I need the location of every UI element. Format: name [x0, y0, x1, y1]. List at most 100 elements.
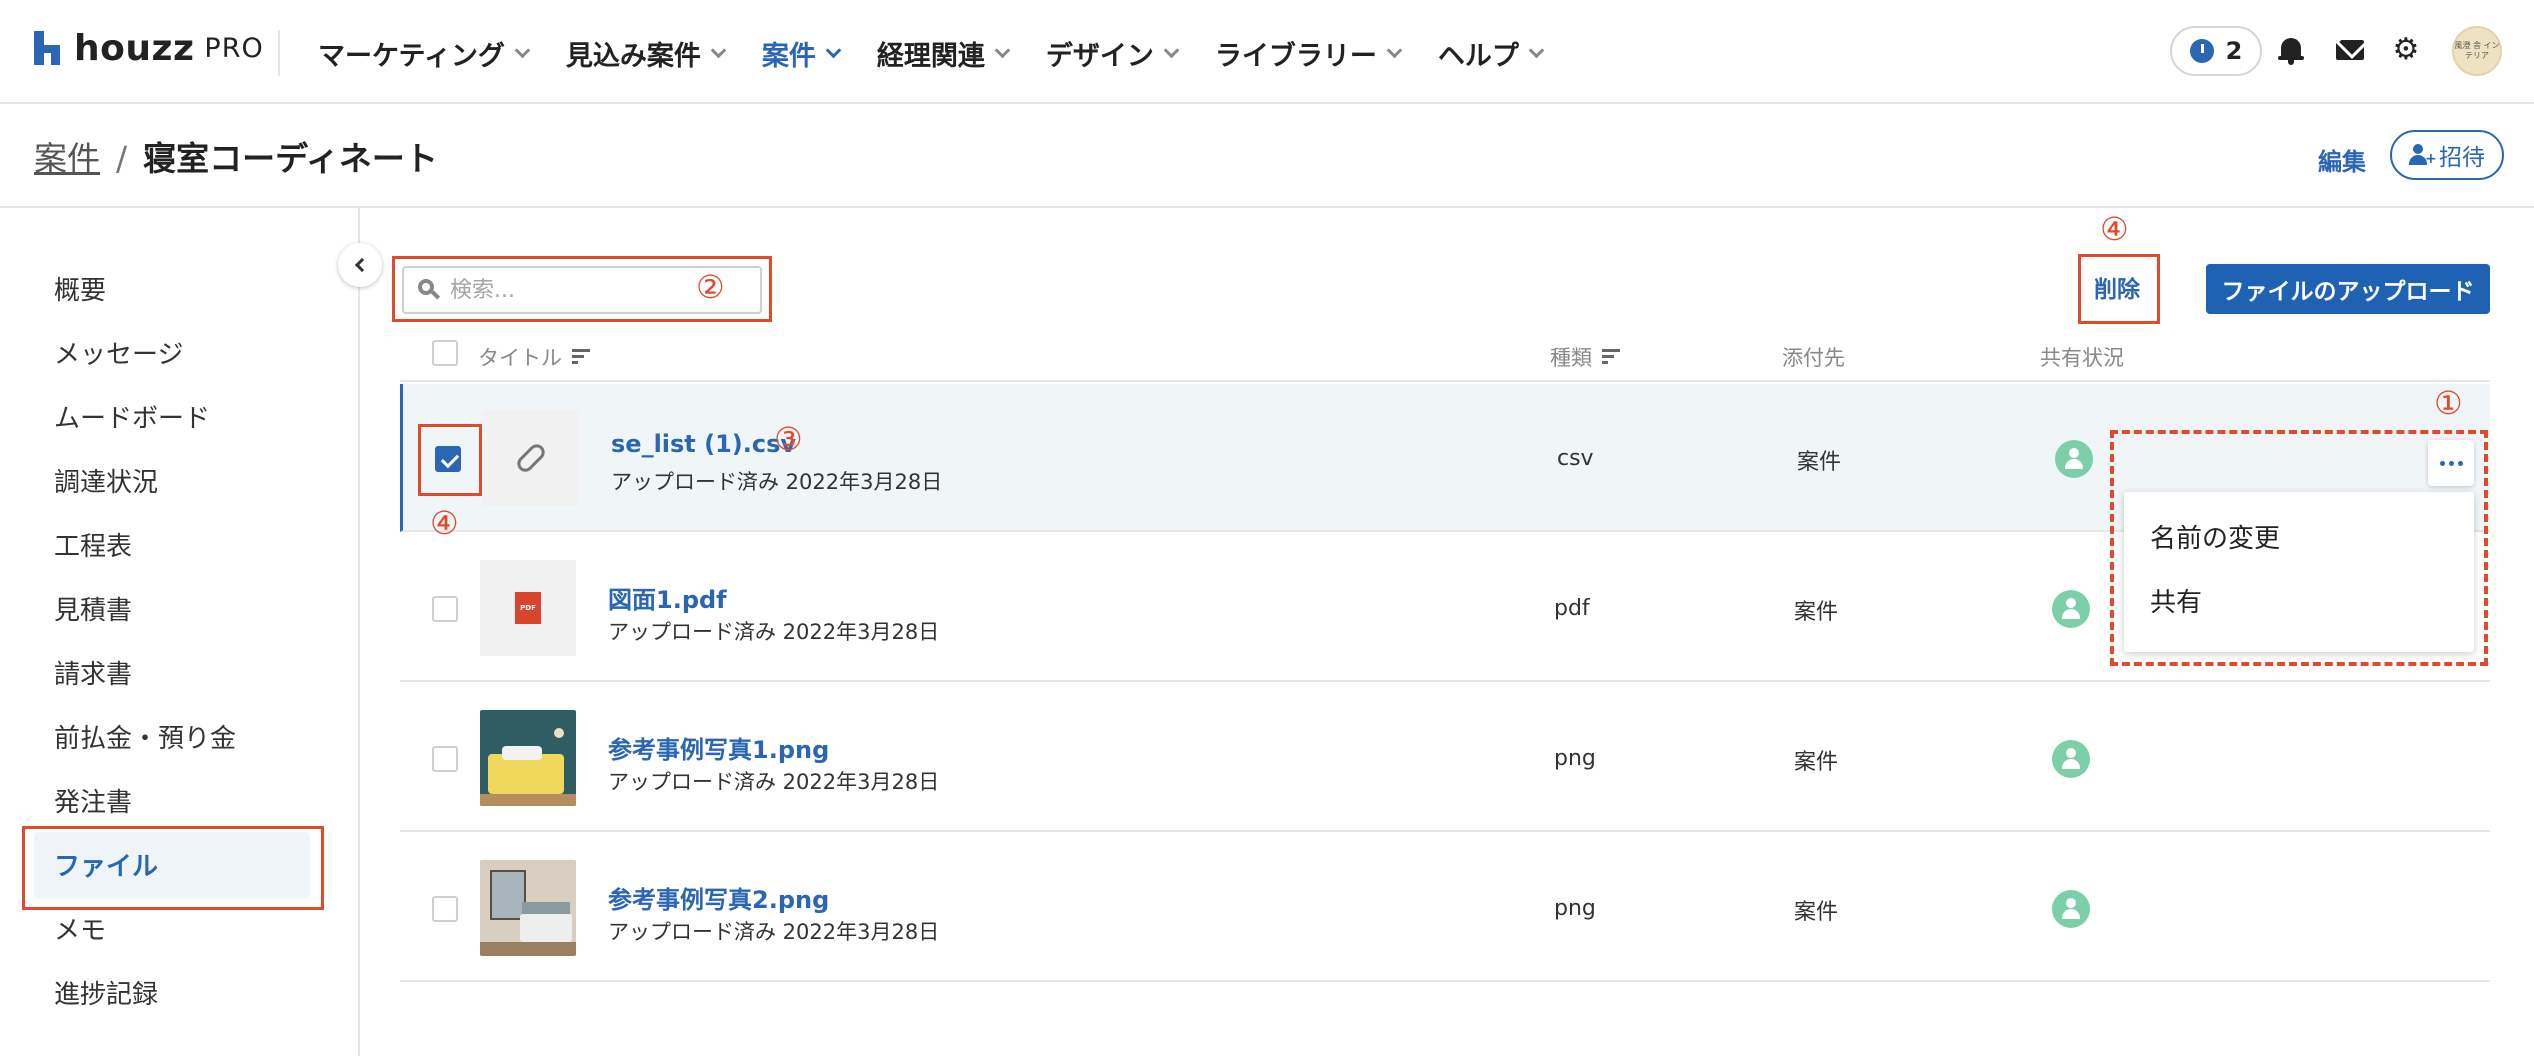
sidebar-item-messages[interactable]: メッセージ [54, 334, 183, 371]
chevron-left-icon [354, 257, 370, 273]
sidebar-item-daily-logs[interactable]: 進捗記録 [54, 974, 158, 1011]
column-sharing: 共有状況 [2040, 346, 2124, 370]
file-name-link[interactable]: 図面1.pdf [608, 580, 727, 615]
file-name-link[interactable]: 参考事例写真1.png [608, 730, 829, 765]
timer-count: 2 [2225, 37, 2243, 65]
avatar[interactable]: 風澄 舎 インテリア [2452, 26, 2502, 76]
file-table-header: タイトル 種類 添付先 共有状況 [400, 330, 2490, 382]
project-sidebar: 概要 メッセージ ムードボード 調達状況 工程表 見積書 請求書 前払金・預り金… [0, 208, 360, 1056]
file-thumbnail [480, 710, 576, 806]
chevron-down-icon [514, 42, 531, 58]
sidebar-item-deposits[interactable]: 前払金・預り金 [54, 718, 236, 755]
paperclip-icon [514, 441, 548, 475]
file-upload-date: アップロード済み 2022年3月28日 [608, 920, 940, 944]
chevron-down-icon [1528, 42, 1545, 58]
column-type[interactable]: 種類 [1550, 342, 1620, 372]
nav-item-library[interactable]: ライブラリー [1214, 34, 1403, 73]
houzz-logo-icon [34, 31, 60, 65]
breadcrumb-projects-link[interactable]: 案件 [34, 132, 100, 180]
sidebar-item-schedule[interactable]: 工程表 [54, 526, 132, 563]
annotation-number-1: ① [2434, 384, 2463, 422]
project-header: 案件 / 寝室コーディネート 編集 + 招待 [0, 104, 2534, 208]
file-name-link[interactable]: 参考事例写真2.png [608, 880, 829, 915]
edit-button[interactable]: 編集 [2318, 142, 2366, 177]
annotation-number-2: ② [696, 268, 725, 306]
nav-label: ライブラリー [1214, 40, 1377, 72]
row-checkbox[interactable] [432, 746, 458, 772]
nav-label: マーケティング [318, 40, 505, 72]
nav-label: デザイン [1045, 40, 1154, 72]
bedroom-photo-thumbnail [480, 710, 576, 806]
bedroom-photo-thumbnail [480, 860, 576, 956]
annotation-delete-highlight [2078, 254, 2160, 324]
bell-icon[interactable] [2278, 36, 2304, 65]
mail-icon[interactable] [2336, 40, 2364, 60]
shared-person-icon[interactable] [2052, 890, 2090, 928]
file-attached-to: 案件 [1797, 450, 1842, 475]
sort-icon [572, 349, 590, 365]
annotation-menu-highlight [2110, 430, 2488, 666]
nav-item-projects[interactable]: 案件 [762, 34, 842, 73]
file-upload-date: アップロード済み 2022年3月28日 [608, 770, 940, 794]
page-title: 寝室コーディネート [143, 139, 438, 178]
stopwatch-icon [2189, 39, 2214, 63]
nav-label: ヘルプ [1437, 40, 1519, 72]
file-type: pdf [1554, 596, 1590, 621]
file-upload-date: アップロード済み 2022年3月28日 [608, 620, 940, 644]
file-thumbnail [480, 860, 576, 956]
main-nav: マーケティング 見込み案件 案件 経理関連 デザイン ライブラリー ヘルプ [318, 30, 1580, 76]
table-row[interactable]: 参考事例写真1.png アップロード済み 2022年3月28日 png 案件 [400, 684, 2490, 832]
file-type: png [1554, 896, 1596, 921]
logo-suffix: PRO [204, 32, 264, 64]
nav-item-help[interactable]: ヘルプ [1437, 34, 1545, 73]
nav-divider [278, 30, 280, 76]
person-plus-icon: + [2409, 144, 2437, 166]
row-checkbox[interactable] [432, 896, 458, 922]
sidebar-item-estimates[interactable]: 見積書 [54, 590, 132, 627]
shared-person-icon[interactable] [2052, 740, 2090, 778]
gear-icon[interactable]: ⚙ [2392, 35, 2420, 65]
shared-person-icon[interactable] [2052, 590, 2090, 628]
file-attached-to: 案件 [1794, 600, 1839, 625]
pdf-icon: PDF [515, 592, 541, 624]
sidebar-collapse-button[interactable] [338, 243, 382, 287]
sidebar-item-overview[interactable]: 概要 [54, 270, 106, 307]
file-type: csv [1557, 446, 1594, 471]
select-all-checkbox[interactable] [432, 340, 458, 366]
sidebar-item-procurement[interactable]: 調達状況 [54, 462, 158, 499]
row-checkbox[interactable] [432, 596, 458, 622]
file-name-link[interactable]: se_list (1).csv [611, 430, 796, 458]
annotation-checkbox-highlight [418, 424, 482, 496]
file-upload-date: アップロード済み 2022年3月28日 [611, 470, 943, 494]
sidebar-item-invoices[interactable]: 請求書 [54, 654, 132, 691]
column-title[interactable]: タイトル [478, 342, 590, 372]
file-attached-to: 案件 [1794, 750, 1839, 775]
logo-word: houzz [74, 27, 195, 69]
nav-item-design[interactable]: デザイン [1045, 34, 1180, 73]
sidebar-item-moodboard[interactable]: ムードボード [54, 398, 210, 435]
chevron-down-icon [994, 42, 1011, 58]
chevron-down-icon [1163, 42, 1180, 58]
file-thumbnail: PDF [480, 560, 576, 656]
nav-item-marketing[interactable]: マーケティング [318, 34, 531, 73]
nav-label: 経理関連 [876, 40, 985, 72]
chevron-down-icon [825, 42, 842, 58]
time-tracker-button[interactable]: 2 [2170, 26, 2262, 76]
file-thumbnail [483, 410, 579, 506]
top-navigation-bar: houzz PRO マーケティング 見込み案件 案件 経理関連 デザイン ライブ… [0, 0, 2534, 104]
breadcrumb-separator: / [116, 139, 128, 178]
upload-file-button[interactable]: ファイルのアップロード [2206, 264, 2490, 314]
houzz-pro-logo[interactable]: houzz PRO [34, 27, 264, 69]
chevron-down-icon [710, 42, 727, 58]
table-row[interactable]: 参考事例写真2.png アップロード済み 2022年3月28日 png 案件 [400, 834, 2490, 982]
breadcrumb: 案件 / 寝室コーディネート [34, 132, 438, 180]
sidebar-item-purchase-orders[interactable]: 発注書 [54, 782, 132, 819]
sidebar-item-notes[interactable]: メモ [54, 910, 106, 947]
file-type: png [1554, 746, 1596, 771]
shared-person-icon[interactable] [2055, 440, 2093, 478]
column-type-label: 種類 [1550, 346, 1592, 370]
nav-item-leads[interactable]: 見込み案件 [566, 34, 727, 73]
sort-icon [1602, 349, 1620, 365]
nav-item-finance[interactable]: 経理関連 [876, 34, 1011, 73]
invite-button[interactable]: + 招待 [2390, 130, 2504, 180]
